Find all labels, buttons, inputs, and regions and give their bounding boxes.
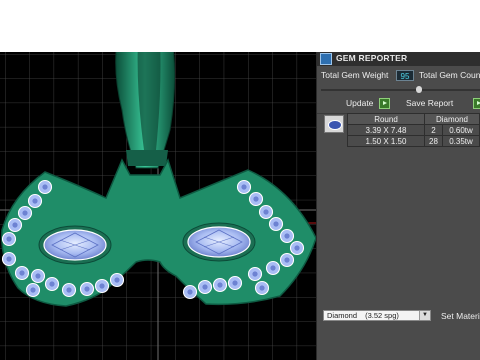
chevron-down-icon[interactable]: ▼: [419, 311, 430, 320]
panel-title: GEM REPORTER: [336, 53, 408, 63]
panel-title-bar: GEM REPORTER: [317, 52, 480, 66]
oval-gem-icon[interactable]: [324, 115, 344, 133]
gem-facet: [6, 256, 12, 262]
save-report-button[interactable]: Save Report: [406, 97, 453, 110]
gem-facet: [259, 285, 265, 291]
gem-facet: [270, 265, 276, 271]
material-select[interactable]: Diamond (3.52 spg) ▼: [323, 310, 431, 321]
gem-facet: [241, 184, 247, 190]
update-button[interactable]: Update: [346, 97, 373, 110]
right-oval-gem: [182, 222, 256, 262]
gem-reporter-logo-icon: [320, 53, 332, 65]
material-bar: Diamond (3.52 spg) ▼ Set Materia: [317, 305, 480, 360]
gem-count-cell: 2: [424, 124, 443, 136]
gem-table-header: Round Diamond: [347, 113, 480, 125]
gem-facet: [30, 287, 36, 293]
gem-facet: [32, 198, 38, 204]
gem-facet: [294, 245, 300, 251]
gem-size-cell: 1.50 X 1.50: [347, 135, 425, 147]
gem-facet: [232, 280, 238, 286]
gem-table: Round Diamond 3.39 X 7.48 2 0.60tw 1.50 …: [347, 113, 480, 147]
gem-facet: [49, 281, 55, 287]
totals-row: Total Gem Weight 95 Total Gem Coun: [317, 69, 480, 83]
gem-facet: [6, 236, 12, 242]
gem-facet: [273, 221, 279, 227]
gem-weight-cell: 0.35tw: [442, 135, 480, 147]
slider-knob[interactable]: [416, 86, 422, 93]
gem-size-cell: 3.39 X 7.48: [347, 124, 425, 136]
set-material-button[interactable]: Set Materia: [441, 311, 480, 321]
header-round: Round: [347, 113, 425, 125]
gem-facet: [12, 222, 18, 228]
gem-facet: [284, 233, 290, 239]
gem-facet: [187, 289, 193, 295]
total-gem-count-label: Total Gem Coun: [419, 70, 480, 80]
slider-track: [321, 89, 480, 91]
save-report-play-icon[interactable]: [473, 98, 480, 109]
gem-reporter-panel: GEM REPORTER Total Gem Weight 95 Total G…: [316, 52, 480, 360]
gem-facet: [252, 271, 258, 277]
material-selected-value: Diamond: [327, 311, 358, 320]
gem-count-cell: 28: [424, 135, 443, 147]
gem-facet: [66, 287, 72, 293]
action-buttons-row: Update Save Report: [317, 97, 480, 111]
3d-viewport[interactable]: [0, 52, 316, 360]
gem-weight-cell: 0.60tw: [442, 124, 480, 136]
gem-facet: [22, 210, 28, 216]
gem-facet: [217, 282, 223, 288]
table-row[interactable]: 1.50 X 1.50 28 0.35tw: [347, 135, 480, 147]
gem-facet: [84, 286, 90, 292]
gem-facet: [99, 283, 105, 289]
gem-facet: [35, 273, 41, 279]
weight-slider[interactable]: [321, 86, 480, 94]
header-diamond: Diamond: [424, 113, 480, 125]
gem-facet: [202, 284, 208, 290]
material-spg: (3.52 spg): [365, 311, 399, 320]
gem-facet: [114, 277, 120, 283]
update-play-icon[interactable]: [379, 98, 390, 109]
left-oval-gem: [38, 225, 112, 265]
gem-facet: [284, 257, 290, 263]
gem-facet: [42, 184, 48, 190]
total-gem-weight-field[interactable]: 95: [396, 70, 414, 81]
top-toolbar-area: [0, 0, 480, 52]
gem-facet: [263, 209, 269, 215]
gem-facet: [19, 270, 25, 276]
table-row[interactable]: 3.39 X 7.48 2 0.60tw: [347, 124, 480, 136]
total-gem-weight-label: Total Gem Weight: [321, 70, 389, 80]
app-window: GEM REPORTER Total Gem Weight 95 Total G…: [0, 0, 480, 360]
gem-facet: [253, 196, 259, 202]
viewport-canvas: [0, 52, 316, 360]
